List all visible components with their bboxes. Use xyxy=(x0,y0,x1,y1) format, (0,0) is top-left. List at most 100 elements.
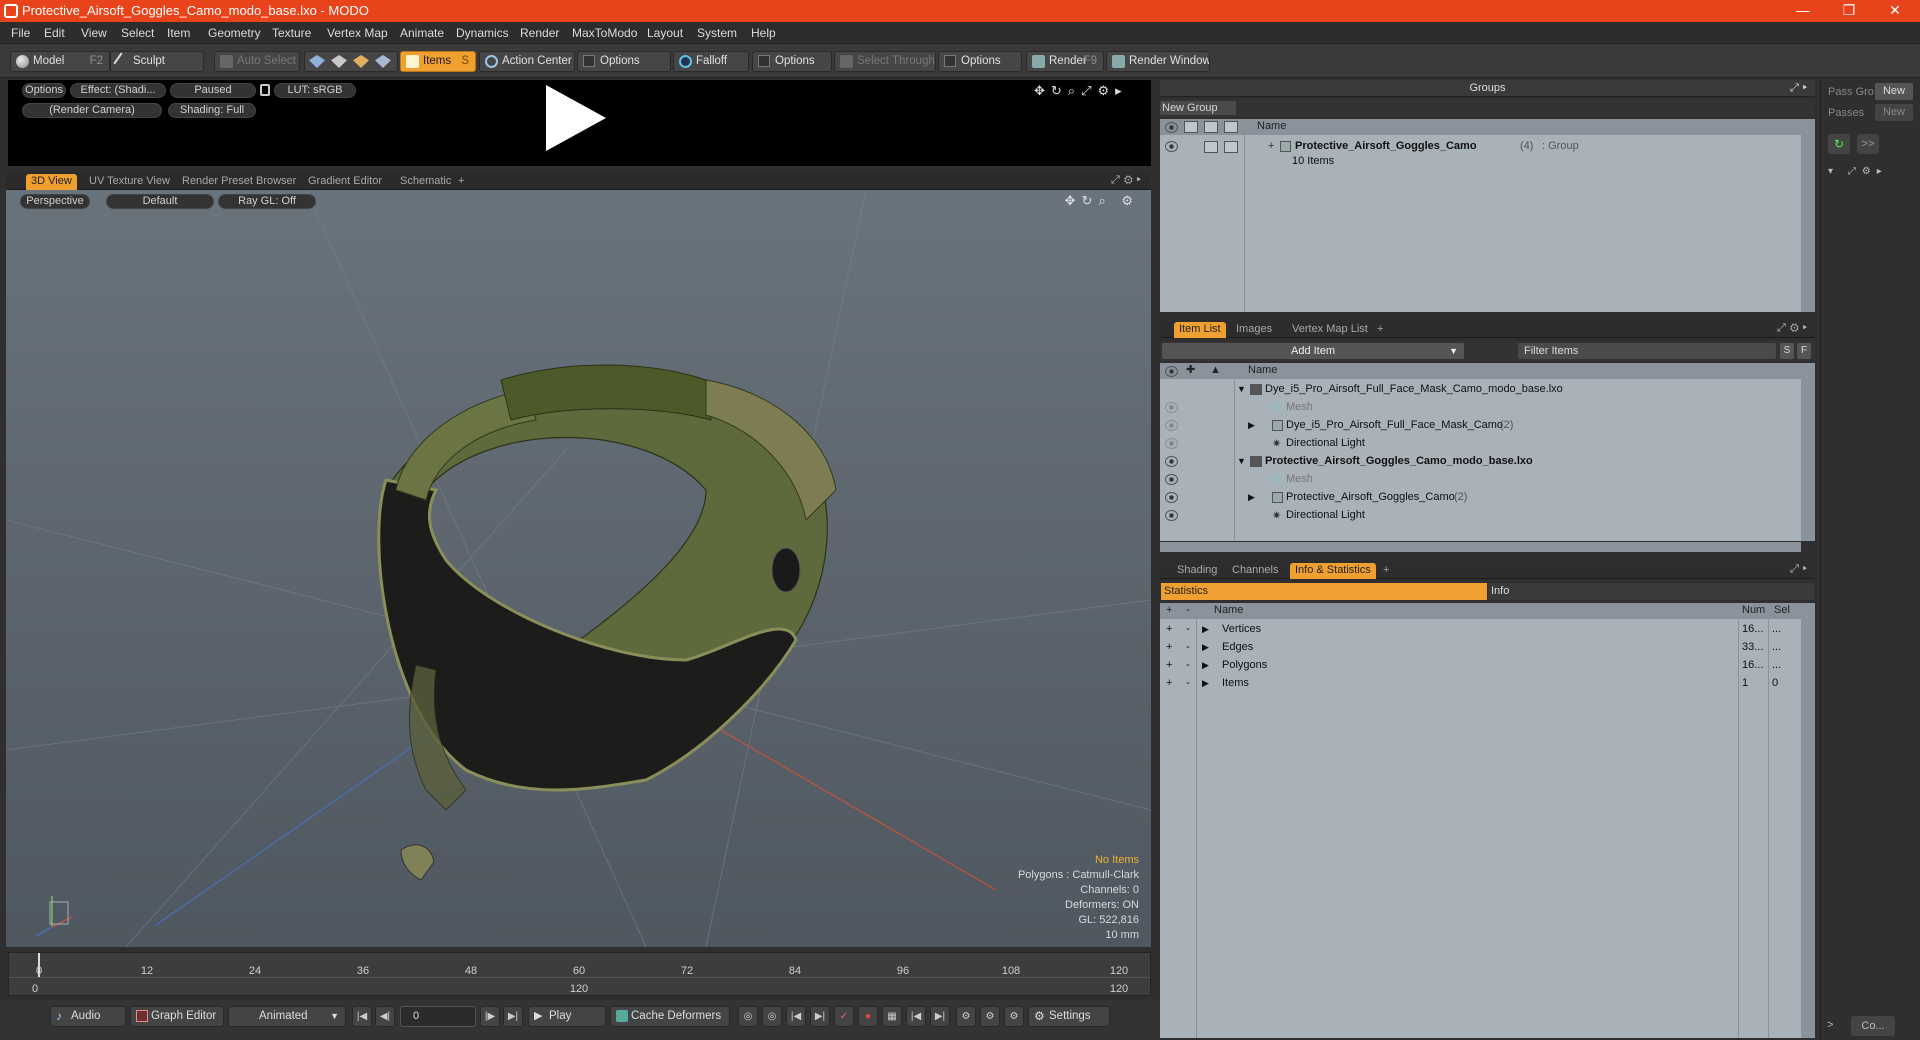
select-through-options-button[interactable]: Options xyxy=(938,51,1022,72)
falloff-button[interactable]: Falloff xyxy=(673,51,749,72)
lock-icon[interactable] xyxy=(260,84,270,96)
key-tool-button[interactable]: ◎ xyxy=(762,1006,782,1027)
menu-texture[interactable]: Texture xyxy=(272,26,311,40)
step-back-button[interactable]: ◀| xyxy=(375,1006,395,1027)
polygons-mode-icon[interactable] xyxy=(353,55,369,68)
new-pass-button[interactable]: New xyxy=(1875,104,1913,121)
group-row[interactable]: + Protective_Airsoft_Goggles_Camo (4) : … xyxy=(1160,138,1801,156)
tab-shading[interactable]: Shading xyxy=(1172,563,1222,579)
collapse-arrow-icon[interactable]: ▼ xyxy=(1237,381,1246,398)
tab-uv-texture-view[interactable]: UV Texture View xyxy=(84,174,175,190)
lut-dropdown[interactable]: LUT: sRGB xyxy=(274,83,356,98)
stat-row-polygons[interactable]: + - ▶ Polygons 16... ... xyxy=(1160,657,1801,675)
add-tab-button[interactable]: + xyxy=(1378,563,1394,579)
go-to-end-button[interactable]: ▶| xyxy=(503,1006,523,1027)
minimize-button[interactable]: — xyxy=(1780,0,1826,22)
current-frame-field[interactable]: 0 xyxy=(400,1006,476,1027)
expand-plus-icon[interactable]: + xyxy=(1268,138,1274,155)
add-plus-icon[interactable]: + xyxy=(1166,621,1172,638)
sculpt-button[interactable]: Sculpt xyxy=(110,51,204,72)
menu-vertex-map[interactable]: Vertex Map xyxy=(327,26,388,40)
menu-animate[interactable]: Animate xyxy=(400,26,444,40)
panel-options-icons[interactable]: ⤢▸ xyxy=(1790,563,1811,576)
prev-key-button[interactable]: |◀ xyxy=(786,1006,806,1027)
select-through-button[interactable]: Select Through xyxy=(834,51,936,72)
default-dropdown[interactable]: Default xyxy=(106,194,214,209)
remove-minus-icon[interactable]: - xyxy=(1186,657,1190,674)
statistics-scrollbar[interactable] xyxy=(1801,603,1815,1038)
tab-images[interactable]: Images xyxy=(1231,322,1277,338)
tab-3d-view[interactable]: 3D View xyxy=(26,174,77,190)
item-row-group-dye[interactable]: ▶ Dye_i5_Pro_Airsoft_Full_Face_Mask_Camo… xyxy=(1160,417,1801,435)
remove-minus-icon[interactable]: - xyxy=(1186,675,1190,692)
tab-gradient-editor[interactable]: Gradient Editor xyxy=(303,174,387,190)
add-item-dropdown[interactable]: Add Item ▼ xyxy=(1162,343,1464,359)
expand-arrow-icon[interactable]: ▶ xyxy=(1248,417,1255,434)
menu-layout[interactable]: Layout xyxy=(647,26,683,40)
settings-button[interactable]: ⚙ Settings xyxy=(1028,1006,1110,1027)
tab-channels[interactable]: Channels xyxy=(1227,563,1283,579)
expand-arrow-icon[interactable]: ▶ xyxy=(1202,639,1209,656)
graph-editor-button[interactable]: Graph Editor xyxy=(130,1006,224,1027)
visibility-toggle-icon[interactable] xyxy=(1165,510,1178,521)
item-list-scrollbar[interactable] xyxy=(1801,363,1815,541)
select-toggle-icon[interactable] xyxy=(1224,141,1238,153)
step-forward-button[interactable]: |▶ xyxy=(480,1006,500,1027)
record-button[interactable]: ● xyxy=(858,1006,878,1027)
visibility-toggle-icon[interactable] xyxy=(1165,474,1178,485)
menu-maxtomodo[interactable]: MaxToModo xyxy=(572,26,637,40)
perspective-dropdown[interactable]: Perspective xyxy=(20,194,90,209)
item-row-light[interactable]: ✷ Directional Light xyxy=(1160,435,1801,453)
filter-items-input[interactable]: Filter Items xyxy=(1518,343,1776,359)
visibility-toggle-icon[interactable] xyxy=(1165,420,1178,431)
stat-row-items[interactable]: + - ▶ Items 1 0 xyxy=(1160,675,1801,693)
add-plus-icon[interactable]: + xyxy=(1166,639,1172,656)
raygl-dropdown[interactable]: Ray GL: Off xyxy=(218,194,316,209)
render-window-button[interactable]: Render Window xyxy=(1106,51,1210,72)
add-plus-icon[interactable]: + xyxy=(1166,675,1172,692)
panel-options-icons[interactable]: ⤢⚙▸ xyxy=(1111,174,1145,187)
item-row-mesh[interactable]: Mesh xyxy=(1160,471,1801,489)
add-plus-icon[interactable]: + xyxy=(1166,657,1172,674)
channel-tool-button[interactable]: ⚙ xyxy=(980,1006,1000,1027)
preview-nav-icons[interactable]: ✥↻⌕⤢⚙▸ xyxy=(1034,83,1128,99)
audio-button[interactable]: ♪ Audio xyxy=(50,1006,126,1027)
prev-key-frame-button[interactable]: |◀ xyxy=(906,1006,926,1027)
tab-vertex-map-list[interactable]: Vertex Map List xyxy=(1287,322,1373,338)
animated-dropdown[interactable]: Animated ▼ xyxy=(228,1006,346,1027)
filter-f-button[interactable]: F xyxy=(1797,343,1811,359)
go-to-start-button[interactable]: |◀ xyxy=(352,1006,372,1027)
auto-key-button[interactable]: ✓ xyxy=(834,1006,854,1027)
action-center-button[interactable]: Action Center xyxy=(479,51,575,72)
items-mode-button[interactable]: Items S xyxy=(400,51,476,72)
key-filter-button[interactable]: ▦ xyxy=(882,1006,902,1027)
materials-mode-icon[interactable] xyxy=(375,55,391,68)
effect-dropdown[interactable]: Effect: (Shadi... xyxy=(70,83,166,98)
visibility-toggle-icon[interactable] xyxy=(1165,402,1178,413)
next-key-frame-button[interactable]: ▶| xyxy=(930,1006,950,1027)
menu-dynamics[interactable]: Dynamics xyxy=(456,26,509,40)
visibility-toggle-icon[interactable] xyxy=(1165,438,1178,449)
add-tab-button[interactable]: + xyxy=(453,174,469,190)
item-row-group-goggles[interactable]: ▶ Protective_Airsoft_Goggles_Camo (2) xyxy=(1160,489,1801,507)
item-row-scene-goggles[interactable]: ▼ Protective_Airsoft_Goggles_Camo_modo_b… xyxy=(1160,453,1801,471)
tab-render-preset-browser[interactable]: Render Preset Browser xyxy=(177,174,301,190)
cache-deformers-button[interactable]: Cache Deformers xyxy=(610,1006,730,1027)
channel-tool-button[interactable]: ⚙ xyxy=(956,1006,976,1027)
filter-s-button[interactable]: S xyxy=(1780,343,1794,359)
visibility-toggle-icon[interactable] xyxy=(1165,492,1178,503)
menu-select[interactable]: Select xyxy=(121,26,154,40)
tab-item-list[interactable]: Item List xyxy=(1174,322,1226,338)
statistics-tab[interactable]: Statistics xyxy=(1161,583,1487,600)
close-button[interactable]: ✕ xyxy=(1872,0,1918,22)
item-row-scene-dye[interactable]: ▼ Dye_i5_Pro_Airsoft_Full_Face_Mask_Camo… xyxy=(1160,381,1801,399)
menu-render[interactable]: Render xyxy=(520,26,559,40)
next-key-button[interactable]: ▶| xyxy=(810,1006,830,1027)
info-tab[interactable]: Info xyxy=(1488,583,1814,600)
panel-options-icons[interactable]: ⤢⚙▸ xyxy=(1777,322,1811,335)
new-pass-group-button[interactable]: New xyxy=(1875,83,1913,100)
play-preview-icon[interactable] xyxy=(546,85,606,151)
render-camera-dropdown[interactable]: (Render Camera) xyxy=(22,103,162,118)
vertices-mode-icon[interactable] xyxy=(309,55,325,68)
3d-viewport[interactable]: Perspective Default Ray GL: Off ✥↻⌕ ⚙ No… xyxy=(6,190,1151,947)
